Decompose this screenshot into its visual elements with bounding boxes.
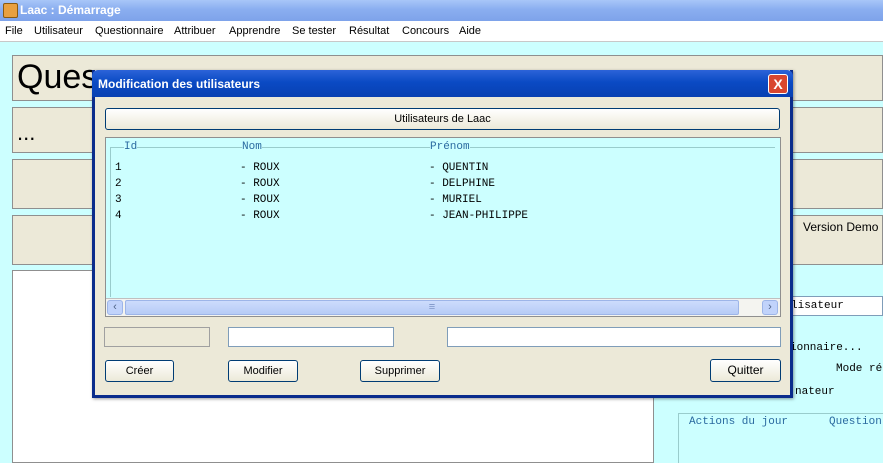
version-label: Version Demo [803,220,879,234]
user-combo[interactable]: lisateur [788,296,883,316]
mode-label: Mode ré [836,363,883,375]
modify-button[interactable]: Modifier [228,360,298,382]
users-header-button[interactable]: Utilisateurs de Laac [105,108,780,130]
actions-box: Actions du jour Question [678,413,883,463]
actions-label: Actions du jour [689,416,789,428]
column-nom: Nom [242,141,262,153]
question-label: Question [829,416,882,428]
window-title: Laac : Démarrage [20,3,121,17]
menu-utilisateur[interactable]: Utilisateur [34,25,83,37]
column-prenom: Prénom [430,141,470,153]
id-field [104,327,210,347]
menu-apprendre[interactable]: Apprendre [229,25,280,37]
users-list[interactable]: Id Nom Prénom 1 - ROUX - QUENTIN 2 - ROU… [105,137,781,317]
nom-field[interactable] [228,327,394,347]
create-button[interactable]: Créer [105,360,174,382]
page-heading: Ques [17,58,99,96]
animateur-label: nateur [795,386,835,398]
dialog-titlebar[interactable]: Modification des utilisateurs [92,70,793,97]
java-app-icon [3,3,18,18]
list-item[interactable]: 1 - ROUX - QUENTIN [106,162,766,178]
menu-concours[interactable]: Concours [402,25,449,37]
scroll-thumb[interactable]: ≡ [125,300,739,315]
menu-file[interactable]: File [5,25,23,37]
scroll-left-icon[interactable]: ‹ [107,300,123,315]
menu-bar: File Utilisateur Questionnaire Attribuer… [0,21,883,42]
close-icon: X [773,76,783,92]
prenom-field[interactable] [447,327,781,347]
delete-button[interactable]: Supprimer [360,360,440,382]
menu-aide[interactable]: Aide [459,25,481,37]
horizontal-scrollbar[interactable]: ‹ ≡ › [106,298,780,316]
list-item[interactable]: 3 - ROUX - MURIEL [106,194,766,210]
menu-questionnaire[interactable]: Questionnaire [95,25,164,37]
list-item[interactable]: 2 - ROUX - DELPHINE [106,178,766,194]
quit-button[interactable]: Quitter [710,359,781,382]
dialog-close-button[interactable]: X [768,74,788,94]
column-id: Id [124,141,138,153]
list-item[interactable]: 4 - ROUX - JEAN-PHILIPPE [106,210,766,226]
subtitle-ellipsis: ... [17,120,36,145]
menu-se-tester[interactable]: Se tester [292,25,336,37]
scroll-right-icon[interactable]: › [762,300,778,315]
menu-resultat[interactable]: Résultat [349,25,389,37]
questionnaire-link[interactable]: ionnaire... [790,342,863,354]
window-titlebar: Laac : Démarrage [0,0,883,21]
menu-attribuer[interactable]: Attribuer [174,25,216,37]
dialog-title: Modification des utilisateurs [98,77,261,91]
